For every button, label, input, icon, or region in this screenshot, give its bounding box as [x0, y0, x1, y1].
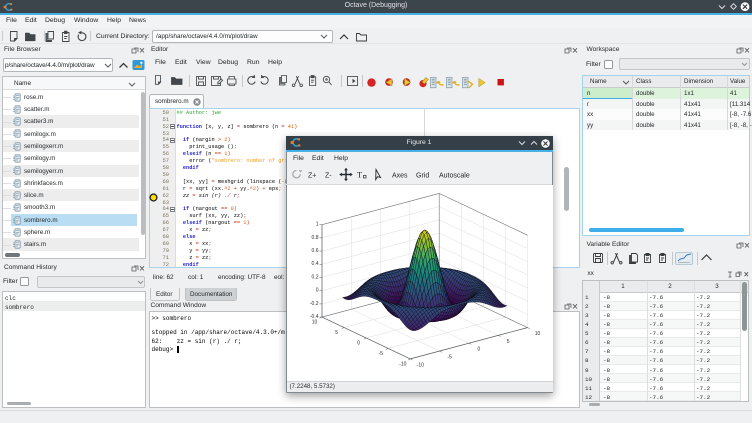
svg-text:-10: -10: [416, 362, 423, 368]
svg-text:5: 5: [506, 338, 509, 344]
svg-text:0: 0: [477, 346, 480, 352]
svg-text:0.8: 0.8: [311, 234, 318, 240]
svg-text:0: 0: [357, 340, 360, 346]
svg-text:0: 0: [315, 287, 318, 293]
svg-text:Autoscale: Autoscale: [439, 173, 470, 180]
svg-text:Axes: Axes: [392, 173, 408, 180]
svg-text:T: T: [357, 170, 363, 180]
svg-text:10: 10: [311, 319, 317, 325]
svg-text:-5: -5: [447, 354, 452, 360]
svg-text:-10: -10: [399, 361, 406, 367]
svg-text:-0.2: -0.2: [309, 300, 318, 306]
svg-text:-0.4: -0.4: [309, 314, 318, 320]
svg-text:0.2: 0.2: [311, 274, 318, 280]
svg-text:-5: -5: [378, 350, 383, 356]
svg-text:0.4: 0.4: [311, 261, 318, 267]
svg-text:Grid: Grid: [416, 173, 429, 180]
svg-text:10: 10: [534, 331, 540, 337]
svg-text:5: 5: [335, 330, 338, 336]
svg-text:Z+: Z+: [308, 173, 316, 180]
svg-text:1: 1: [315, 221, 318, 227]
svg-text:Z-: Z-: [325, 173, 332, 180]
svg-text:0.6: 0.6: [311, 248, 318, 254]
